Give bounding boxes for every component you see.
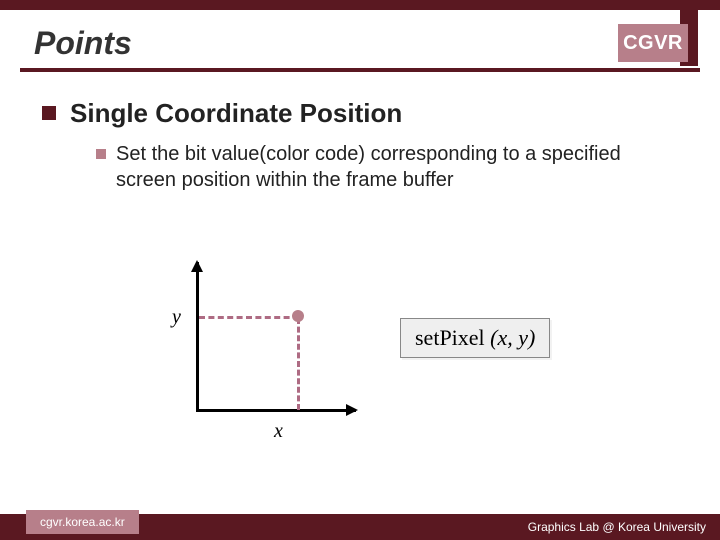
y-axis [196,262,199,412]
y-label: y [172,306,181,329]
top-strip [0,0,720,10]
header: Points CGVR [0,10,720,68]
slide-title: Points [34,25,132,68]
square-bullet-icon [42,106,56,120]
footer-right-text: Graphics Lab @ Korea University [528,520,706,534]
brand-badge: CGVR [618,18,698,68]
x-axis [196,409,356,412]
square-bullet-small-icon [96,149,106,159]
function-name: setPixel [415,325,485,350]
level1-text: Single Coordinate Position [70,98,402,129]
x-label: x [274,420,283,443]
point-marker-icon [292,310,304,322]
bullet-level-1: Single Coordinate Position [42,98,660,129]
badge-label: CGVR [618,24,688,62]
content-area: Single Coordinate Position Set the bit v… [0,72,720,193]
dashed-x-guide [297,318,300,410]
bullet-level-2: Set the bit value(color code) correspond… [96,141,660,193]
axes-diagram: y x [174,262,354,422]
setpixel-callout: setPixel (x, y) [400,318,550,358]
level2-text: Set the bit value(color code) correspond… [116,141,636,193]
footer-left-tab: cgvr.korea.ac.kr [26,510,139,534]
dashed-y-guide [199,316,299,319]
function-args: (x, y) [490,325,535,350]
